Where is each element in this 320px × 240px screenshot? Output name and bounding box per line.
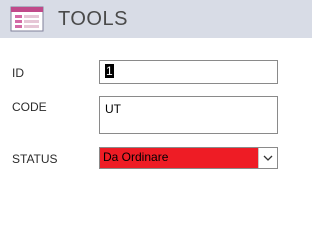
status-value: Da Ordinare	[100, 148, 258, 168]
dropdown-button[interactable]	[258, 148, 277, 168]
chevron-down-icon	[263, 155, 273, 161]
status-label: STATUS	[12, 152, 58, 166]
tools-form: TOOLS ID 1 CODE UT STATUS Da Ordinare	[0, 0, 312, 206]
id-value: 1	[105, 64, 114, 78]
id-field[interactable]: 1	[99, 60, 278, 84]
code-field[interactable]: UT	[99, 96, 278, 134]
code-value: UT	[105, 102, 121, 116]
form-header: TOOLS	[0, 0, 312, 38]
status-select[interactable]: Da Ordinare	[99, 147, 278, 169]
code-label: CODE	[12, 100, 47, 114]
form-title: TOOLS	[58, 8, 128, 30]
form-icon	[10, 6, 44, 32]
id-label: ID	[12, 66, 24, 80]
